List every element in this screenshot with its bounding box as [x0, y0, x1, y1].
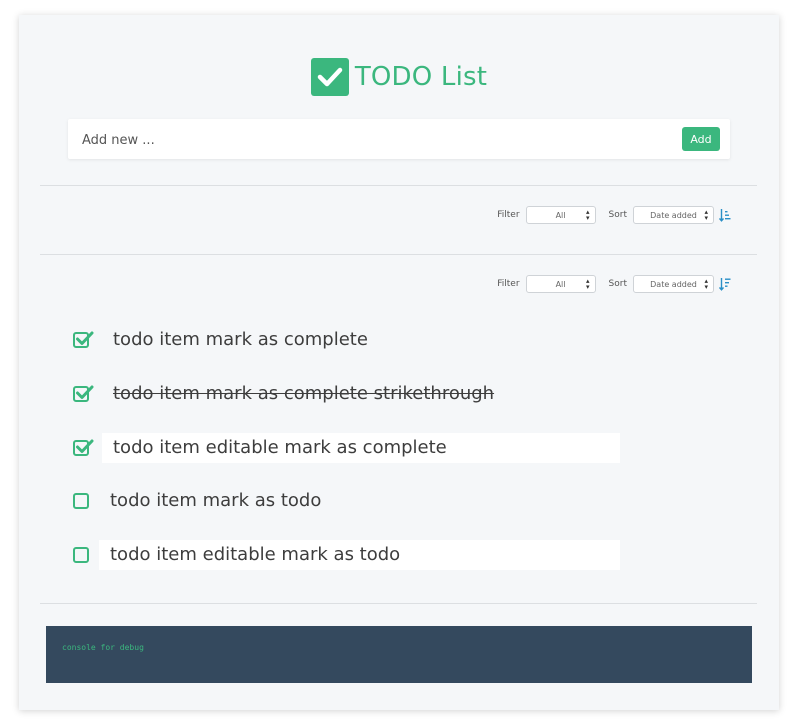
divider [40, 603, 757, 604]
checked-checkbox-icon[interactable] [73, 331, 94, 348]
todo-item-text: todo item mark as todo [110, 490, 322, 511]
filter-label: Filter [497, 279, 520, 289]
filter-select-value: All [555, 279, 566, 289]
todo-item: todo item editable mark as todo [73, 540, 693, 570]
filter-label: Filter [497, 210, 520, 220]
checked-checkbox-icon[interactable] [73, 439, 94, 456]
unchecked-checkbox-icon[interactable] [73, 547, 89, 563]
sort-select[interactable]: Date added ▴ ▾ [633, 206, 714, 224]
sort-descending-icon[interactable] [719, 277, 731, 291]
select-arrows-icon: ▴ ▾ [704, 208, 708, 222]
todo-item: todo item mark as todo [73, 486, 693, 516]
filter-sort-toolbar: Filter All ▴ ▾ Sort Date added ▴ ▾ [497, 205, 731, 225]
todo-app-card: TODO List Add Filter All ▴▾ Sort Date ad… [19, 15, 779, 710]
filter-select-value: All [555, 210, 566, 220]
todo-item: todo item mark as complete [73, 325, 693, 355]
todo-item: todo item editable mark as complete [73, 433, 693, 463]
todo-item-editable-text[interactable]: todo item editable mark as complete [102, 433, 620, 463]
divider [40, 254, 757, 255]
sort-ascending-icon[interactable] [719, 208, 731, 222]
select-arrows-icon: ▴ ▾ [586, 208, 590, 222]
sort-label: Sort [608, 210, 627, 220]
add-button[interactable]: Add [682, 127, 720, 151]
todo-item-text: todo item mark as complete [113, 329, 368, 350]
filter-select[interactable]: All ▴ ▾ [525, 275, 596, 293]
add-item-bar: Add [68, 119, 730, 159]
checkbox-logo-icon [310, 58, 349, 96]
sort-select-value: Date added [650, 279, 697, 289]
filter-select[interactable]: All ▴ ▾ [525, 206, 596, 224]
console-text: console for debug [62, 643, 144, 652]
sort-select[interactable]: Date added ▴ ▾ [633, 275, 714, 293]
debug-console: console for debug [46, 626, 752, 683]
checked-checkbox-icon[interactable] [73, 385, 94, 402]
filter-sort-toolbar: Filter All ▴ ▾ Sort Date added ▴ ▾ [497, 274, 731, 294]
app-header: TODO List [19, 58, 779, 96]
add-item-input[interactable] [80, 125, 674, 155]
select-arrows-icon: ▴ ▾ [586, 277, 590, 291]
todo-item-editable-text[interactable]: todo item editable mark as todo [99, 540, 620, 570]
select-arrows-icon: ▴ ▾ [704, 277, 708, 291]
sort-select-value: Date added [650, 210, 697, 220]
sort-label: Sort [608, 279, 627, 289]
unchecked-checkbox-icon[interactable] [73, 493, 89, 509]
todo-item-text: todo item mark as complete strikethrough [113, 383, 495, 404]
app-title: TODO List [354, 62, 488, 92]
todo-item: todo item mark as complete strikethrough [73, 379, 693, 409]
divider [40, 185, 757, 186]
